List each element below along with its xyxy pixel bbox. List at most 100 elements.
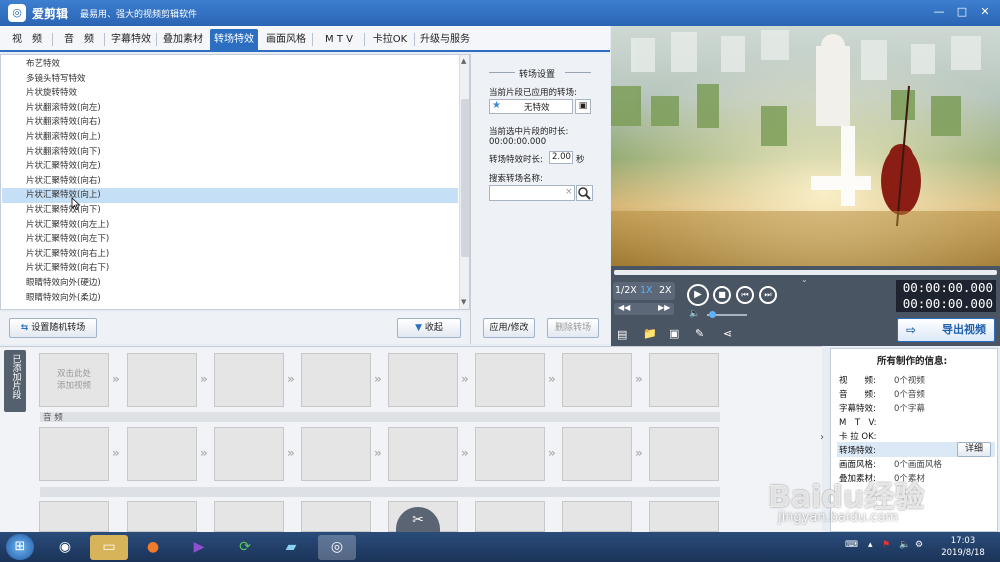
audio-slot[interactable] <box>214 427 284 481</box>
speed-1x[interactable]: 1X <box>640 285 653 296</box>
delete-transition-button[interactable]: 删除转场 <box>547 318 599 338</box>
clip-slot[interactable] <box>475 353 545 407</box>
clip-slot[interactable] <box>562 501 632 532</box>
clip-slot[interactable] <box>301 353 371 407</box>
effect-item[interactable]: 眼睛特效向外(柔边) <box>2 291 458 306</box>
clip-slot[interactable] <box>649 353 719 407</box>
tab-transition-effects[interactable]: 转场特效 <box>210 29 258 50</box>
speaker-icon[interactable]: 🔈 <box>899 540 910 550</box>
media-app-icon[interactable]: ◉ <box>46 535 84 560</box>
tray-up-icon[interactable]: ▴ <box>868 540 873 550</box>
expand-right-icon[interactable]: › <box>820 432 824 443</box>
audio-slot[interactable] <box>39 427 109 481</box>
clip-slot[interactable] <box>301 501 371 532</box>
save-as-icon[interactable]: ✎ <box>695 327 704 340</box>
audio-slot[interactable] <box>127 427 197 481</box>
export-video-button[interactable]: ⇨ 导出视频 <box>897 318 995 342</box>
effect-item[interactable]: 片状汇聚特效(向左) <box>2 159 458 174</box>
collapse-button[interactable]: ▼ 收起 <box>397 318 461 338</box>
effect-item[interactable]: 片状翻滚特效(向右) <box>2 115 458 130</box>
effect-item[interactable]: 片状翻滚特效(向上) <box>2 130 458 145</box>
scroll-down-icon[interactable]: ▼ <box>461 298 466 306</box>
firefox-icon[interactable]: ● <box>134 535 172 560</box>
tab-subtitle-effects[interactable]: 字幕特效 <box>108 29 154 50</box>
tab-upgrade-service[interactable]: 升级与服务 <box>417 29 473 50</box>
step-back-icon[interactable]: ◀◀ <box>618 303 630 312</box>
previous-button[interactable]: ⏮ <box>736 286 754 304</box>
effect-item[interactable]: 片状翻滚特效(向下) <box>2 145 458 160</box>
stop-button[interactable]: ■ <box>713 286 731 304</box>
scroll-thumb[interactable] <box>461 99 469 257</box>
clip-slot[interactable] <box>127 501 197 532</box>
effect-item[interactable]: 片状汇聚特效(向右下) <box>2 261 458 276</box>
audio-slot[interactable] <box>649 427 719 481</box>
scroll-up-icon[interactable]: ▲ <box>461 57 466 65</box>
video-player-icon[interactable]: ▶ <box>180 535 218 560</box>
effect-item[interactable]: 片状翻滚特效(向左) <box>2 101 458 116</box>
close-button[interactable]: ✕ <box>976 4 994 20</box>
clip-slot[interactable] <box>214 501 284 532</box>
effect-item[interactable]: 多镜头特写特效 <box>2 72 458 87</box>
tab-picture-style[interactable]: 画面风格 <box>262 29 310 50</box>
clip-duration-value: 00:00:00.000 <box>489 137 547 147</box>
expand-chevron-icon[interactable]: ⌄ <box>801 275 808 284</box>
clip-slot[interactable] <box>388 353 458 407</box>
aijianji-taskbar-icon[interactable]: ◎ <box>318 535 356 560</box>
effect-item[interactable]: 片状汇聚特效(向左上) <box>2 218 458 233</box>
next-button[interactable]: ⏭ <box>759 286 777 304</box>
clip-slot[interactable] <box>39 501 109 532</box>
speed-half[interactable]: 1/2X <box>615 285 637 296</box>
tab-overlay[interactable]: 叠加素材 <box>160 29 206 50</box>
start-button[interactable]: ⊞ <box>6 534 34 560</box>
search-input[interactable]: × <box>489 185 575 201</box>
random-transition-button[interactable]: ⇆ 设置随机转场 <box>9 318 97 338</box>
notes-app-icon[interactable]: ▰ <box>272 535 310 560</box>
clip-slot[interactable] <box>649 501 719 532</box>
clear-icon[interactable]: × <box>565 187 573 197</box>
file-explorer-icon[interactable]: ▭ <box>90 535 128 560</box>
info-video-label: 视 频: <box>839 376 876 386</box>
clip-slot[interactable] <box>214 353 284 407</box>
audio-slot[interactable] <box>475 427 545 481</box>
refresh-app-icon[interactable]: ⟳ <box>226 535 264 560</box>
minimize-button[interactable]: — <box>930 4 948 20</box>
list-scrollbar[interactable]: ▲ ▼ <box>459 55 469 309</box>
speed-2x[interactable]: 2X <box>659 285 672 296</box>
volume-knob[interactable] <box>709 311 716 318</box>
language-icon[interactable]: ⚙ <box>915 540 923 550</box>
keyboard-icon[interactable]: ⌨ <box>845 540 858 550</box>
open-folder-icon[interactable]: 📁 <box>643 327 657 340</box>
share-icon[interactable]: ⋖ <box>723 327 732 340</box>
transition-preview-icon[interactable]: ▣ <box>575 99 591 114</box>
effect-item[interactable]: 布艺特效 <box>2 57 458 72</box>
search-button[interactable] <box>576 185 593 201</box>
effect-item[interactable]: 片状汇聚特效(向左下) <box>2 232 458 247</box>
clock[interactable]: 17:03 2019/8/18 <box>938 535 988 559</box>
effect-item[interactable]: 片状汇聚特效(向右上) <box>2 247 458 262</box>
step-forward-icon[interactable]: ▶▶ <box>658 303 670 312</box>
audio-slot[interactable] <box>562 427 632 481</box>
apply-modify-button[interactable]: 应用/修改 <box>483 318 535 338</box>
effect-item[interactable]: 片状旋转特效 <box>2 86 458 101</box>
add-clip-placeholder[interactable]: 双击此处 添加视频 <box>39 353 109 407</box>
effect-item[interactable]: 片状汇聚特效(向右) <box>2 174 458 189</box>
audio-slot[interactable] <box>301 427 371 481</box>
save-icon[interactable]: ▣ <box>669 327 679 340</box>
effect-item[interactable]: 眼睛特效向外(硬边) <box>2 276 458 291</box>
maximize-button[interactable]: □ <box>953 4 971 20</box>
clip-slot[interactable] <box>475 501 545 532</box>
added-clips-tab[interactable]: 已添加片段 <box>4 350 26 412</box>
tab-karaoke[interactable]: 卡拉OK <box>368 29 412 50</box>
tab-video[interactable]: 视 频 <box>4 29 50 50</box>
security-icon[interactable]: ⚑ <box>882 540 890 550</box>
detail-button[interactable]: 详细 <box>957 442 991 457</box>
clip-slot[interactable] <box>562 353 632 407</box>
tab-audio[interactable]: 音 频 <box>56 29 102 50</box>
effect-duration-input[interactable]: 2.00 <box>549 151 573 164</box>
new-project-icon[interactable]: ▤ <box>617 328 627 341</box>
audio-slot[interactable] <box>388 427 458 481</box>
tab-mtv[interactable]: M T V <box>316 29 362 50</box>
volume-icon[interactable]: 🔈 <box>689 309 700 319</box>
clip-slot[interactable] <box>127 353 197 407</box>
play-button[interactable]: ▶ <box>687 284 709 306</box>
